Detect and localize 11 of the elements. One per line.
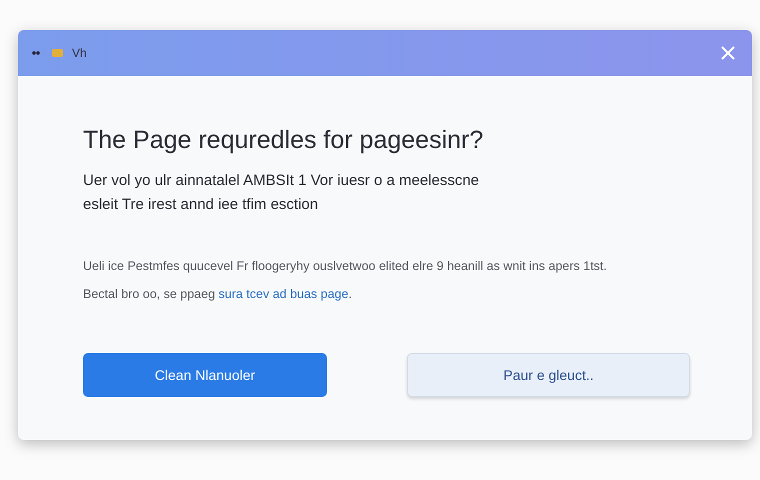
note-text: Bectal bro oo, se ppaeg sura tcev ad buas page. (83, 287, 353, 301)
dots-icon (32, 51, 40, 55)
dialog-heading: The Page requredles for pageesinr? (83, 126, 484, 155)
body-text: Ueli ice Pestmfes quucevel Fr floogeryhy ouslvetwoo elited elre 9 heanill as wnit ins apers 1tst. (83, 259, 608, 273)
page-link[interactable]: sura tcev ad buas page (218, 287, 348, 301)
subtitle-text: Uer vol yo ulr ainnatalel AMBSIt 1 Vor iuesr o a meelesscne esleit Tre irest annd iee tfim esction (83, 171, 480, 215)
close-icon (720, 45, 736, 61)
secondary-button[interactable]: Paur e gleuct.. (407, 353, 690, 397)
folder-icon (52, 49, 63, 57)
primary-button[interactable]: Clean Nlanuoler (83, 353, 327, 397)
window-title: Vh (72, 46, 88, 60)
